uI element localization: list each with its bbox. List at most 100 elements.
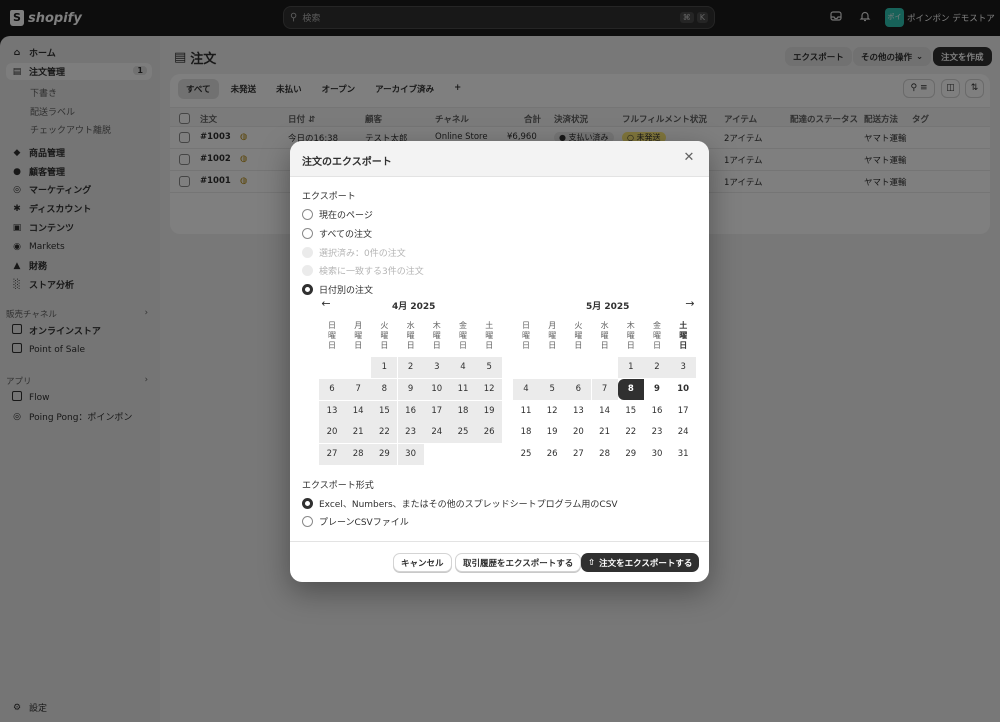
radio-search-matches: 検索に一致する3件の注文 xyxy=(302,263,424,277)
calendar-day[interactable]: 19 xyxy=(476,400,503,422)
calendar-day[interactable]: 17 xyxy=(670,401,696,422)
calendar-day[interactable]: 25 xyxy=(450,422,476,444)
weekday-label: 金曜日 xyxy=(653,321,661,350)
calendar-day[interactable]: 3 xyxy=(423,357,450,378)
calendar-day[interactable]: 23 xyxy=(644,422,670,443)
radio-button[interactable] xyxy=(302,208,313,220)
calendar-day[interactable]: 9 xyxy=(644,379,670,400)
calendar-day[interactable]: 18 xyxy=(513,422,539,443)
radio-orders-by-date[interactable]: 日付別の注文 xyxy=(302,282,373,296)
calendar-day[interactable]: 17 xyxy=(423,400,450,422)
calendar-day[interactable]: 1 xyxy=(371,357,398,378)
export-orders-button[interactable]: ⇧ 注文をエクスポートする xyxy=(581,553,700,572)
calendar-day[interactable]: 30 xyxy=(644,444,670,465)
weekday-label: 日曜日 xyxy=(328,321,336,350)
cancel-button[interactable]: キャンセル xyxy=(393,553,452,572)
radio-format-plain-csv[interactable]: プレーンCSVファイル xyxy=(302,514,409,528)
calendar-day[interactable]: 27 xyxy=(565,444,591,465)
calendar-day[interactable]: 10 xyxy=(423,378,450,400)
calendar-day[interactable]: 31 xyxy=(670,444,696,465)
calendar-day[interactable]: 24 xyxy=(423,422,450,444)
calendar-day[interactable]: 26 xyxy=(539,444,565,465)
calendar-day[interactable]: 21 xyxy=(592,422,618,443)
calendar-day[interactable]: 25 xyxy=(513,444,539,465)
radio-format-csv-spreadsheet[interactable]: Excel、Numbers、またはその他のスプレッドシートプログラム用のCSV xyxy=(302,496,618,510)
calendar-day[interactable]: 18 xyxy=(450,400,476,422)
calendar-day[interactable]: 9 xyxy=(397,378,424,400)
modal-title: 注文のエクスポート xyxy=(302,157,392,168)
radio-label: プレーンCSVファイル xyxy=(319,517,409,528)
radio-label: 選択済み：0件の注文 xyxy=(319,248,406,259)
calendar-day[interactable]: 22 xyxy=(618,422,644,443)
calendar-day[interactable]: 2 xyxy=(644,357,670,378)
weekday-label: 水曜日 xyxy=(600,321,609,350)
calendar-day[interactable]: 5 xyxy=(476,357,503,378)
calendar-day[interactable]: 20 xyxy=(565,422,591,443)
weekday-label: 月曜日 xyxy=(548,321,557,350)
calendar-day[interactable]: 16 xyxy=(397,400,424,422)
calendar-day[interactable]: 8 xyxy=(371,378,398,400)
weekday-label: 金曜日 xyxy=(459,321,467,350)
radio-label: Excel、Numbers、またはその他のスプレッドシートプログラム用のCSV xyxy=(319,499,618,510)
calendar-month-title: 5月 2025 xyxy=(586,302,630,312)
calendar-day[interactable]: 10 xyxy=(670,379,696,400)
calendar-day[interactable]: 27 xyxy=(319,444,345,466)
radio-button[interactable] xyxy=(302,497,313,509)
calendar-day[interactable]: 6 xyxy=(319,378,345,400)
calendar-month-title: 4月 2025 xyxy=(392,302,436,312)
weekday-label: 火曜日 xyxy=(380,321,389,350)
calendar-day[interactable]: 30 xyxy=(397,444,424,466)
calendar-day[interactable]: 16 xyxy=(644,401,670,422)
radio-button xyxy=(302,264,313,276)
calendar-day[interactable]: 12 xyxy=(539,401,565,422)
calendar-day[interactable]: 15 xyxy=(618,401,644,422)
calendar-day[interactable]: 11 xyxy=(450,378,476,400)
calendar-day[interactable]: 4 xyxy=(450,357,476,378)
radio-button[interactable] xyxy=(302,227,313,239)
calendar-day[interactable]: 3 xyxy=(670,357,697,378)
calendar-day[interactable]: 28 xyxy=(592,444,618,465)
arrow-right-icon[interactable]: → xyxy=(683,297,697,310)
modal-header: 注文のエクスポート ✕ xyxy=(290,141,709,177)
calendar-day[interactable]: 19 xyxy=(539,422,565,443)
calendar-day[interactable]: 6 xyxy=(565,378,592,400)
upload-icon: ⇧ xyxy=(588,557,596,568)
calendar-day[interactable]: 28 xyxy=(345,444,372,466)
calendar-day[interactable]: 20 xyxy=(319,422,345,444)
calendar-day[interactable]: 23 xyxy=(397,422,424,444)
calendar-day[interactable]: 8 xyxy=(617,378,644,400)
calendar-day[interactable]: 21 xyxy=(345,422,372,444)
calendar-day[interactable]: 13 xyxy=(565,401,591,422)
calendar-day[interactable]: 26 xyxy=(476,422,503,444)
export-transactions-button[interactable]: 取引履歴をエクスポートする xyxy=(455,553,582,572)
radio-button xyxy=(302,246,313,258)
radio-button[interactable] xyxy=(302,515,313,527)
radio-button[interactable] xyxy=(302,283,313,295)
radio-selected-orders: 選択済み：0件の注文 xyxy=(302,245,406,259)
export-scope-label: エクスポート xyxy=(302,192,356,202)
radio-current-page[interactable]: 現在のページ xyxy=(302,207,373,221)
calendar-day[interactable]: 2 xyxy=(397,357,424,378)
calendar-day[interactable]: 12 xyxy=(476,378,503,400)
calendar-day[interactable]: 7 xyxy=(591,378,618,400)
calendar-day[interactable]: 4 xyxy=(513,378,539,400)
export-format-label: エクスポート形式 xyxy=(302,481,374,491)
calendar-day[interactable]: 7 xyxy=(345,378,372,400)
calendar-day[interactable]: 14 xyxy=(345,400,372,422)
weekday-label: 土曜日 xyxy=(485,321,494,350)
calendar-day[interactable]: 22 xyxy=(371,422,398,444)
calendar-day[interactable]: 11 xyxy=(513,401,539,422)
calendar-day[interactable]: 13 xyxy=(319,400,345,422)
calendar-day[interactable]: 15 xyxy=(371,400,398,422)
calendar-day[interactable]: 24 xyxy=(670,422,696,443)
calendar-day[interactable]: 5 xyxy=(539,378,566,400)
arrow-left-icon[interactable]: ← xyxy=(319,297,333,310)
export-orders-label: 注文をエクスポートする xyxy=(599,558,693,569)
calendar-day[interactable]: 14 xyxy=(592,401,618,422)
calendar-day[interactable]: 29 xyxy=(371,444,398,466)
radio-all-orders[interactable]: すべての注文 xyxy=(302,226,372,240)
calendar-day[interactable]: 29 xyxy=(618,444,644,465)
calendar-day[interactable]: 1 xyxy=(617,357,644,378)
weekday-label: 日曜日 xyxy=(522,321,530,350)
close-icon[interactable]: ✕ xyxy=(681,150,697,166)
